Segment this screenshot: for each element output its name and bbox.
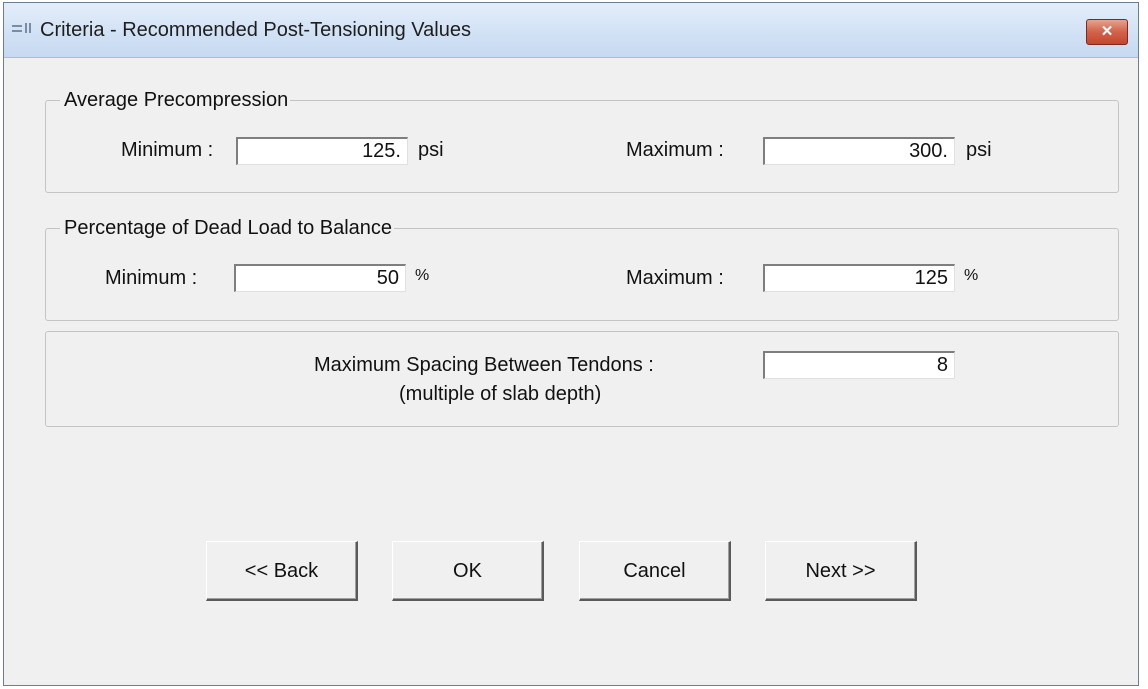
close-icon: ✕: [1100, 23, 1114, 40]
precompression-max-field[interactable]: [763, 137, 955, 165]
precompression-min-input[interactable]: [238, 139, 407, 164]
dead-load-min-field[interactable]: [234, 264, 406, 292]
title-bar[interactable]: Criteria - Recommended Post-Tensioning V…: [4, 3, 1138, 58]
precompression-min-label: Minimum :: [121, 139, 214, 161]
dead-load-group: Percentage of Dead Load to Balance: [45, 217, 1119, 321]
dead-load-max-unit: %: [964, 267, 979, 284]
spacing-sublabel: (multiple of slab depth): [399, 383, 602, 405]
ok-button[interactable]: OK: [392, 541, 544, 601]
dead-load-min-unit: %: [415, 267, 430, 284]
dead-load-max-input[interactable]: [765, 266, 954, 291]
precompression-max-unit: psi: [966, 139, 992, 161]
window-title: Criteria - Recommended Post-Tensioning V…: [40, 19, 471, 41]
precompression-min-unit: psi: [418, 139, 444, 161]
precompression-min-field[interactable]: [236, 137, 408, 165]
dialog-client-area: Average Precompression Minimum : psi Max…: [4, 58, 1138, 685]
precompression-legend: Average Precompression: [60, 89, 291, 111]
dead-load-min-label: Minimum :: [105, 267, 198, 289]
cancel-button[interactable]: Cancel: [579, 541, 731, 601]
spacing-field[interactable]: [763, 351, 955, 379]
spacing-input[interactable]: [765, 353, 954, 378]
next-button[interactable]: Next >>: [765, 541, 917, 601]
dead-load-max-label: Maximum :: [626, 267, 724, 289]
spacing-group: [45, 331, 1119, 427]
close-button[interactable]: ✕: [1086, 19, 1128, 45]
precompression-max-label: Maximum :: [626, 139, 724, 161]
app-icon: [12, 23, 36, 37]
precompression-max-input[interactable]: [765, 139, 954, 164]
dead-load-max-field[interactable]: [763, 264, 955, 292]
dead-load-legend: Percentage of Dead Load to Balance: [60, 217, 395, 239]
dead-load-min-input[interactable]: [236, 266, 405, 291]
back-button[interactable]: << Back: [206, 541, 358, 601]
spacing-label: Maximum Spacing Between Tendons :: [314, 354, 654, 376]
dialog-window: Criteria - Recommended Post-Tensioning V…: [3, 2, 1139, 686]
